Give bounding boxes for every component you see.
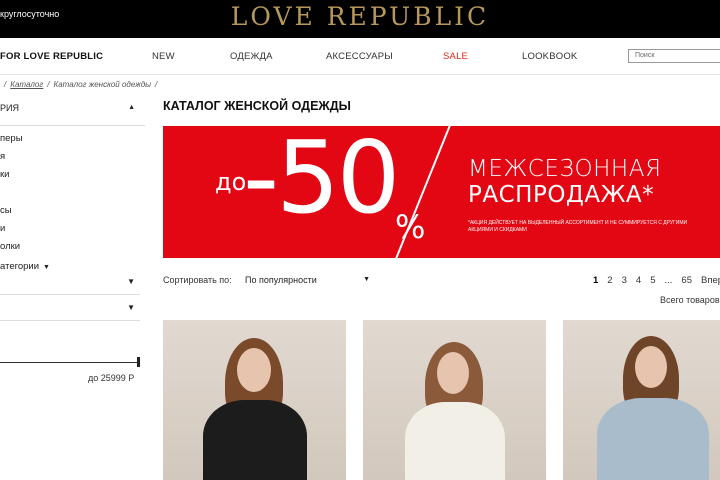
banner-headline-1: МЕЖСЕЗОННАЯ [468,156,662,182]
page-link[interactable]: 3 [622,275,627,286]
chevron-down-icon: ▼ [127,277,135,286]
model-face [635,346,667,388]
nav-brand-link[interactable]: FOR LOVE REPUBLIC [0,51,103,62]
nav-item-lookbook[interactable]: LOOKBOOK [522,51,577,62]
page-next-link[interactable]: Вперёд [701,275,720,286]
breadcrumb-separator: / [155,80,158,89]
more-categories-toggle[interactable]: атегории ▼ [0,261,50,272]
black-blazer [203,400,307,480]
denim-jacket [597,398,709,480]
category-item[interactable]: сы [0,205,12,216]
nav-item-sale[interactable]: SALE [443,51,468,62]
caret-down-icon: ▼ [363,276,370,283]
product-card[interactable] [363,320,546,480]
divider [0,125,145,126]
price-slider-track[interactable] [0,362,140,363]
caret-down-icon: ▼ [43,264,50,271]
category-item[interactable]: перы [0,133,23,144]
breadcrumb-separator: / [47,80,50,89]
page-link[interactable]: 4 [636,275,641,286]
sort-select[interactable]: По популярности ▼ [245,275,370,285]
page-link[interactable]: 2 [607,275,612,286]
banner-headline-2: РАСПРОДАЖА* [468,182,655,208]
category-item[interactable]: ки [0,169,9,180]
nav-item-new[interactable]: NEW [152,51,175,62]
banner-fine-print: *АКЦИЯ ДЕЙСТВУЕТ НА ВЫДЕЛЕННЫЙ АССОРТИМЕ… [468,220,688,233]
category-item[interactable]: и [0,223,5,234]
category-filter-title: РИЯ [0,103,19,113]
sort-value: По популярности [245,275,317,285]
category-item[interactable]: я [0,151,5,162]
banner-prefix: до [215,168,247,196]
banner-discount: -50 [243,126,400,236]
model-face [237,348,271,392]
product-card[interactable] [163,320,346,480]
more-categories-label: атегории [0,261,40,272]
nav-item-clothing[interactable]: ОДЕЖДА [230,51,273,62]
banner-percent: % [395,208,426,246]
top-bar: круглосуточно LOVE REPUBLIC [0,0,720,38]
page-link-last[interactable]: 65 [681,275,692,286]
brand-logo[interactable]: LOVE REPUBLIC [0,2,720,31]
breadcrumb-current[interactable]: Каталог женской одежды [53,80,151,89]
breadcrumb-link-catalog[interactable]: Каталог [10,80,43,89]
chevron-up-icon: ▲ [128,104,135,111]
page-link[interactable]: 5 [650,275,655,286]
breadcrumb-separator: / [4,80,7,89]
price-max-label: до 25999 Р [88,373,135,383]
category-item[interactable]: олки [0,241,20,252]
page-ellipsis: ... [664,275,673,286]
filter-collapsed-1[interactable]: ▼ [0,273,140,295]
filter-collapsed-2[interactable]: ▼ [0,299,140,321]
model-face [437,352,469,394]
search-input[interactable]: Поиск [628,49,720,63]
page-title: КАТАЛОГ ЖЕНСКОЙ ОДЕЖДЫ [163,99,351,113]
product-card[interactable] [563,320,720,480]
main-nav: FOR LOVE REPUBLIC NEW ОДЕЖДА АКСЕССУАРЫ … [0,38,720,75]
white-blazer [405,402,505,480]
chevron-down-icon: ▼ [127,303,135,312]
total-count: Всего товаров [660,295,720,305]
sort-label: Сортировать по: [163,275,232,285]
category-filter-header[interactable]: РИЯ ▲ [0,103,140,123]
nav-item-accessories[interactable]: АКСЕССУАРЫ [326,51,393,62]
sale-banner[interactable]: до -50 % МЕЖСЕЗОННАЯ РАСПРОДАЖА* *АКЦИЯ … [163,126,720,258]
breadcrumb: / Каталог / Каталог женской одежды / [0,80,161,89]
price-slider-handle[interactable] [137,357,140,367]
page-link-current[interactable]: 1 [593,275,598,286]
pagination: 12345... 65 Вперёд [593,275,720,286]
